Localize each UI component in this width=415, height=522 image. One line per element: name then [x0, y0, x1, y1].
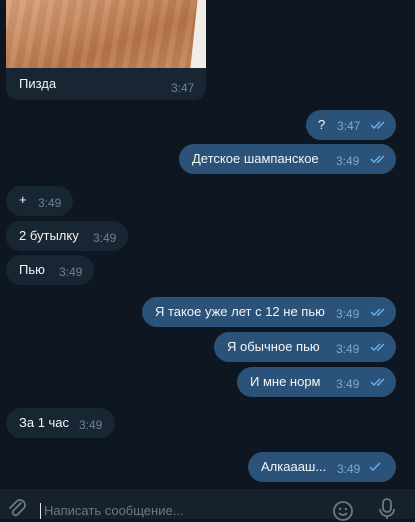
message-time: 3:49	[59, 265, 83, 279]
message-bubble-outgoing[interactable]: Алкаааш... 3:49	[248, 452, 396, 482]
message-bubble-outgoing[interactable]: ? 3:47	[306, 110, 396, 140]
message-text: Пизда	[19, 76, 57, 91]
message-composer: Написать сообщение...	[0, 488, 415, 522]
message-text: Детское шампанское	[192, 151, 319, 166]
message-bubble-incoming[interactable]: 2 бутылку 3:49	[6, 221, 128, 251]
message-time: 3:49	[38, 196, 62, 210]
double-check-icon	[370, 378, 385, 386]
message-text: ?	[318, 117, 326, 132]
message-text: +	[19, 192, 27, 207]
message-time: 3:49	[336, 377, 360, 391]
message-text: И мне норм	[250, 374, 321, 389]
text-cursor	[40, 503, 41, 519]
message-bubble-outgoing[interactable]: Детское шампанское 3:49	[179, 144, 396, 174]
message-bubble-incoming[interactable]: + 3:49	[6, 186, 73, 216]
message-bubble-incoming[interactable]: Пью 3:49	[6, 255, 94, 285]
message-text: 2 бутылку	[19, 228, 79, 243]
message-input[interactable]: Написать сообщение...	[44, 503, 184, 518]
double-check-icon	[370, 343, 385, 351]
photo-attachment[interactable]	[6, 0, 206, 68]
message-text: Алкаааш...	[261, 459, 327, 474]
message-text: Пью	[19, 262, 45, 277]
microphone-icon[interactable]	[378, 498, 396, 520]
message-time: 3:47	[337, 119, 361, 133]
message-time: 3:49	[337, 462, 361, 476]
message-time: 3:49	[336, 307, 360, 321]
double-check-icon	[370, 308, 385, 316]
message-bubble-outgoing[interactable]: Я такое уже лет с 12 не пью 3:49	[142, 297, 396, 327]
message-bubble-incoming[interactable]: Пизда 3:47	[6, 68, 206, 100]
message-bubble-outgoing[interactable]: И мне норм 3:49	[237, 367, 396, 397]
message-bubble-incoming[interactable]: За 1 час 3:49	[6, 408, 115, 438]
message-time: 3:49	[79, 418, 103, 432]
double-check-icon	[370, 155, 385, 163]
message-time: 3:49	[336, 154, 360, 168]
single-check-icon	[369, 462, 381, 471]
photo-image[interactable]	[6, 0, 206, 68]
message-text: Я такое уже лет с 12 не пью	[155, 304, 325, 319]
message-bubble-outgoing[interactable]: Я обычное пью 3:49	[214, 332, 396, 362]
message-text: Я обычное пью	[227, 339, 320, 354]
message-time: 3:49	[93, 231, 117, 245]
message-time: 3:47	[171, 81, 195, 95]
paperclip-icon[interactable]	[6, 497, 28, 519]
emoji-icon[interactable]	[332, 500, 354, 522]
message-text: За 1 час	[19, 415, 70, 430]
message-time: 3:49	[336, 342, 360, 356]
double-check-icon	[370, 121, 385, 129]
